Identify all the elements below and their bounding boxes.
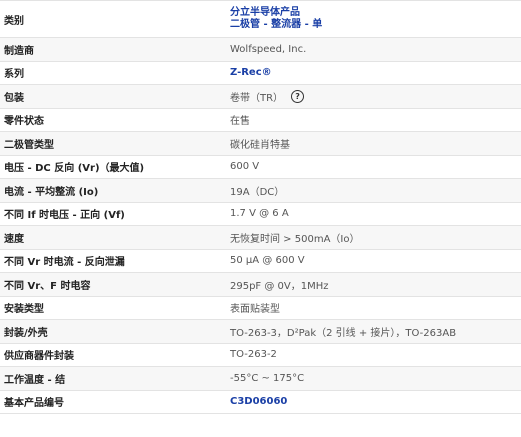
spec-label: 不同 If 时电压 - 正向 (Vf) bbox=[4, 210, 125, 222]
spec-value: 卷带（TR） ? bbox=[230, 89, 521, 104]
spec-row-supplier-package: 供应商器件封装 TO-263-2 bbox=[0, 344, 521, 367]
spec-row-reverse-voltage: 电压 - DC 反向 (Vr)（最大值) 600 V bbox=[0, 156, 521, 179]
spec-value: 无恢复时间 > 500mA（Io） bbox=[230, 233, 360, 245]
category-link-rectifier[interactable]: 二极管 - 整流器 - 单 bbox=[230, 19, 322, 31]
spec-label: 电压 - DC 反向 (Vr)（最大值) bbox=[4, 163, 145, 175]
spec-row-part-status: 零件状态 在售 bbox=[0, 109, 521, 132]
spec-label: 封装/外壳 bbox=[4, 327, 48, 339]
category-link-discrete[interactable]: 分立半导体产品 bbox=[230, 7, 300, 19]
spec-value: C3D06060 bbox=[230, 396, 521, 407]
spec-label: 安装类型 bbox=[4, 304, 44, 316]
spec-label: 类别 bbox=[4, 15, 24, 27]
spec-label: 工作温度 - 结 bbox=[4, 374, 66, 386]
spec-row-package-case: 封装/外壳 TO-263-3，D²Pak（2 引线 + 接片），TO-263AB bbox=[0, 320, 521, 344]
spec-value: 19A（DC） bbox=[230, 186, 285, 198]
spec-row-manufacturer: 制造商 Wolfspeed, Inc. bbox=[0, 38, 521, 62]
spec-value: 分立半导体产品 二极管 - 整流器 - 单 bbox=[230, 7, 521, 31]
spec-value: Wolfspeed, Inc. bbox=[230, 43, 307, 55]
spec-label: 不同 Vr、F 时电容 bbox=[4, 280, 91, 292]
spec-label: 零件状态 bbox=[4, 116, 44, 128]
spec-label: 基本产品编号 bbox=[4, 398, 64, 410]
spec-label: 制造商 bbox=[4, 45, 34, 57]
spec-row-category: 类别 分立半导体产品 二极管 - 整流器 - 单 bbox=[0, 1, 521, 38]
spec-label: 系列 bbox=[4, 69, 24, 81]
packaging-value: 卷带（TR） bbox=[230, 92, 284, 104]
spec-value: 600 V bbox=[230, 161, 260, 173]
spec-value: TO-263-2 bbox=[230, 349, 277, 361]
spec-value: 295pF @ 0V，1MHz bbox=[230, 280, 329, 292]
base-product-link[interactable]: C3D06060 bbox=[230, 396, 287, 407]
spec-value: 表面贴装型 bbox=[230, 304, 280, 316]
series-link[interactable]: Z-Rec® bbox=[230, 67, 272, 78]
spec-label: 速度 bbox=[4, 233, 24, 245]
spec-label: 二极管类型 bbox=[4, 139, 54, 151]
spec-row-reverse-leakage: 不同 Vr 时电流 - 反向泄漏 50 µA @ 600 V bbox=[0, 250, 521, 273]
spec-value: Z-Rec® bbox=[230, 67, 521, 78]
spec-row-packaging: 包装 卷带（TR） ? bbox=[0, 85, 521, 109]
spec-row-mounting-type: 安装类型 表面贴装型 bbox=[0, 297, 521, 320]
spec-row-base-product-number: 基本产品编号 C3D06060 bbox=[0, 391, 521, 414]
spec-label: 包装 bbox=[4, 92, 24, 104]
spec-label: 电流 - 平均整流 (Io) bbox=[4, 186, 99, 198]
spec-value: 1.7 V @ 6 A bbox=[230, 208, 289, 220]
spec-value: TO-263-3，D²Pak（2 引线 + 接片），TO-263AB bbox=[230, 327, 457, 339]
spec-value: 在售 bbox=[230, 116, 250, 128]
spec-row-series: 系列 Z-Rec® bbox=[0, 62, 521, 85]
spec-label: 供应商器件封装 bbox=[4, 351, 74, 363]
spec-row-capacitance: 不同 Vr、F 时电容 295pF @ 0V，1MHz bbox=[0, 273, 521, 297]
question-circle-icon[interactable]: ? bbox=[291, 89, 305, 103]
spec-row-operating-temp: 工作温度 - 结 -55°C ~ 175°C bbox=[0, 367, 521, 391]
spec-row-diode-type: 二极管类型 碳化硅肖特基 bbox=[0, 132, 521, 156]
spec-value: -55°C ~ 175°C bbox=[230, 372, 305, 384]
product-attributes-table: 类别 分立半导体产品 二极管 - 整流器 - 单 制造商 Wolfspeed, … bbox=[0, 0, 521, 414]
spec-row-speed: 速度 无恢复时间 > 500mA（Io） bbox=[0, 226, 521, 250]
spec-row-rectified-current: 电流 - 平均整流 (Io) 19A（DC） bbox=[0, 179, 521, 203]
spec-row-forward-voltage: 不同 If 时电压 - 正向 (Vf) 1.7 V @ 6 A bbox=[0, 203, 521, 226]
spec-value: 50 µA @ 600 V bbox=[230, 255, 305, 267]
spec-value: 碳化硅肖特基 bbox=[230, 139, 290, 151]
spec-label: 不同 Vr 时电流 - 反向泄漏 bbox=[4, 257, 125, 269]
